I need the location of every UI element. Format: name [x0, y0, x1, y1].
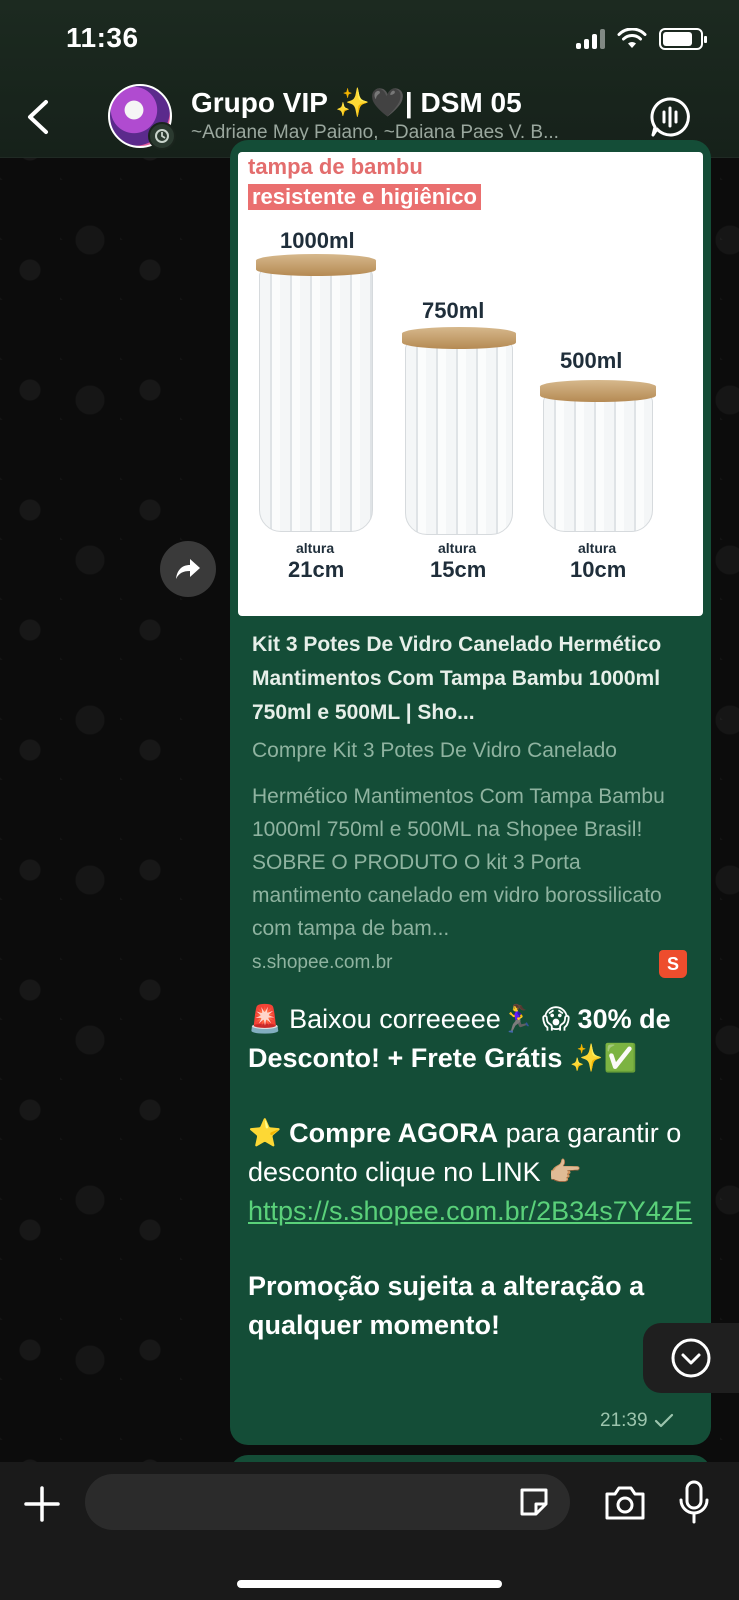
- forward-arrow-icon: [176, 559, 200, 579]
- jar-medium: [402, 327, 516, 535]
- forward-button[interactable]: [160, 541, 216, 597]
- chat-header: 11:36 Grupo VIP ✨🖤| DSM 05 ~Adriane May …: [0, 0, 739, 158]
- status-icons: [576, 28, 707, 50]
- link-preview-description: Compre Kit 3 Potes De Vidro Canelado Her…: [252, 734, 692, 945]
- home-indicator: [237, 1580, 502, 1588]
- message-time: 21:39: [600, 1410, 648, 1431]
- jar-height-value: 10cm: [570, 557, 627, 582]
- sparkle-check-emoji: ✨✅: [569, 1043, 638, 1073]
- jar-size-label: 500ml: [560, 348, 623, 373]
- jar-size-label: 750ml: [422, 298, 485, 323]
- shopee-bag-icon: S: [659, 950, 687, 978]
- camera-icon[interactable]: [603, 1484, 647, 1522]
- plus-icon[interactable]: [22, 1484, 62, 1524]
- message-input[interactable]: [85, 1474, 570, 1530]
- message-input-bar: [0, 1462, 739, 1600]
- jar-size-label: 1000ml: [280, 228, 355, 253]
- chat-title[interactable]: Grupo VIP ✨🖤| DSM 05: [191, 86, 522, 119]
- chevron-down-icon: [671, 1338, 711, 1378]
- scroll-to-bottom-button[interactable]: [643, 1323, 739, 1393]
- siren-emoji: 🚨: [248, 1004, 282, 1034]
- jar-small: [540, 380, 656, 532]
- buy-now-text: Compre AGORA: [289, 1118, 499, 1148]
- promo-disclaimer: Promoção sujeita a alteração a qualquer …: [248, 1271, 645, 1340]
- link-preview-domain: s.shopee.com.br: [252, 952, 393, 973]
- link-description-line: Hermético Mantimentos Com Tampa Bambu 10…: [252, 785, 665, 940]
- community-badge-icon: [148, 122, 176, 150]
- link-description-line: Compre Kit 3 Potes De Vidro Canelado: [252, 739, 617, 762]
- link-preview-title[interactable]: Kit 3 Potes De Vidro Canelado Hermético …: [252, 628, 692, 730]
- message-text: 🚨 Baixou correeeee🏃‍♀️ 😱 30% de Desconto…: [248, 1000, 694, 1345]
- message-line-1: Baixou correeeee🏃‍♀️ 😱: [289, 1004, 578, 1034]
- jar-height-value: 15cm: [430, 557, 487, 582]
- wifi-icon: [617, 28, 647, 48]
- back-arrow-icon[interactable]: [18, 96, 58, 138]
- battery-icon: [659, 28, 707, 50]
- star-emoji: ⭐: [248, 1118, 282, 1148]
- jar-height-caption: altura: [438, 540, 477, 556]
- jar-large: [256, 254, 376, 532]
- jar-height-caption: altura: [578, 540, 617, 556]
- signal-icon: [576, 29, 605, 49]
- voice-chat-icon[interactable]: [649, 96, 691, 138]
- shopee-link[interactable]: https://s.shopee.com.br/2B34s7Y4zE: [248, 1196, 692, 1226]
- check-icon: [654, 1413, 673, 1428]
- jar-height-value: 21cm: [288, 557, 345, 582]
- link-preview-image[interactable]: tampa de bambu resistente e higiênico 10…: [238, 152, 703, 616]
- microphone-icon[interactable]: [678, 1480, 710, 1524]
- jar-height-caption: altura: [296, 540, 335, 556]
- status-time: 11:36: [66, 22, 139, 53]
- message-timestamp: 21:39: [600, 1410, 674, 1432]
- image-tag-line-2: resistente e higiênico: [248, 184, 481, 210]
- image-tag-line-1: tampa de bambu: [248, 154, 423, 179]
- sticker-icon[interactable]: [516, 1484, 552, 1520]
